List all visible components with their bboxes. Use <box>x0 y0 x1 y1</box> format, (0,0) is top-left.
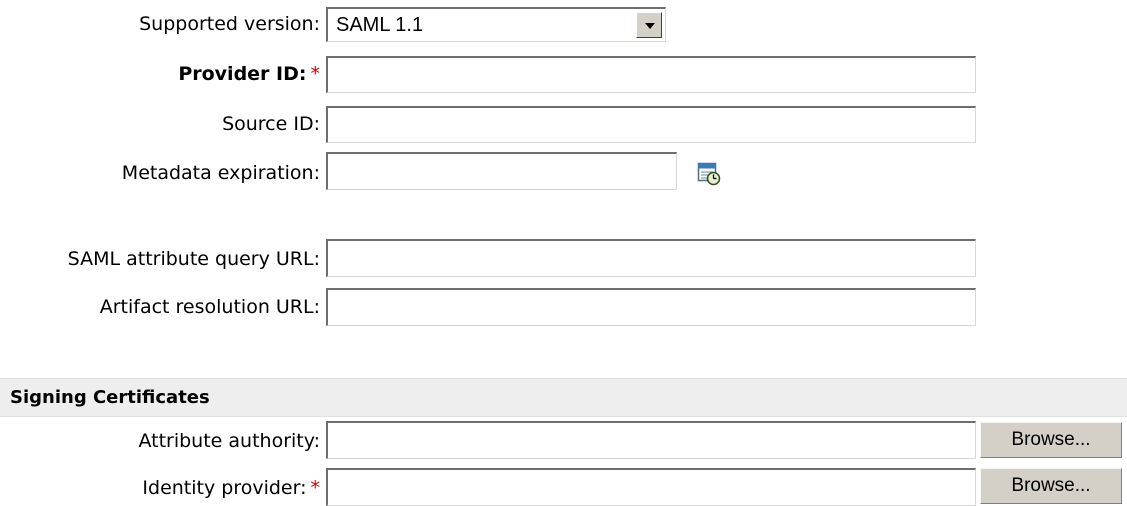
provider-id-input[interactable] <box>326 56 976 93</box>
supported-version-value: SAML 1.1 <box>336 14 424 36</box>
identity-provider-label: Identity provider: * <box>142 470 320 506</box>
identity-provider-browse-button[interactable]: Browse... <box>980 468 1122 504</box>
metadata-expiration-label: Metadata expiration: <box>121 162 320 184</box>
attribute-authority-label: Attribute authority: <box>138 430 320 452</box>
saml-attribute-query-url-input[interactable] <box>326 239 976 277</box>
identity-provider-label-text: Identity provider: <box>142 477 307 499</box>
identity-provider-input[interactable] <box>326 468 976 506</box>
section-title: Signing Certificates <box>10 387 210 408</box>
supported-version-select[interactable]: SAML 1.1 <box>326 7 666 42</box>
attribute-authority-browse-button[interactable]: Browse... <box>980 422 1122 458</box>
required-marker: * <box>310 63 321 85</box>
required-marker: * <box>310 477 321 499</box>
metadata-expiration-input[interactable] <box>326 152 677 190</box>
signing-certificates-header: Signing Certificates <box>0 378 1127 417</box>
provider-id-label: Provider ID: * <box>178 56 320 92</box>
supported-version-label: Supported version: <box>139 13 320 35</box>
saml-attribute-query-url-label: SAML attribute query URL: <box>67 248 320 270</box>
chevron-down-icon[interactable] <box>636 12 662 38</box>
provider-id-label-text: Provider ID: <box>178 63 307 85</box>
attribute-authority-input[interactable] <box>326 421 976 459</box>
calendar-clock-icon[interactable] <box>697 162 721 186</box>
artifact-resolution-url-input[interactable] <box>326 288 976 326</box>
source-id-input[interactable] <box>326 106 976 143</box>
artifact-resolution-url-label: Artifact resolution URL: <box>99 296 320 318</box>
source-id-label: Source ID: <box>222 113 320 135</box>
